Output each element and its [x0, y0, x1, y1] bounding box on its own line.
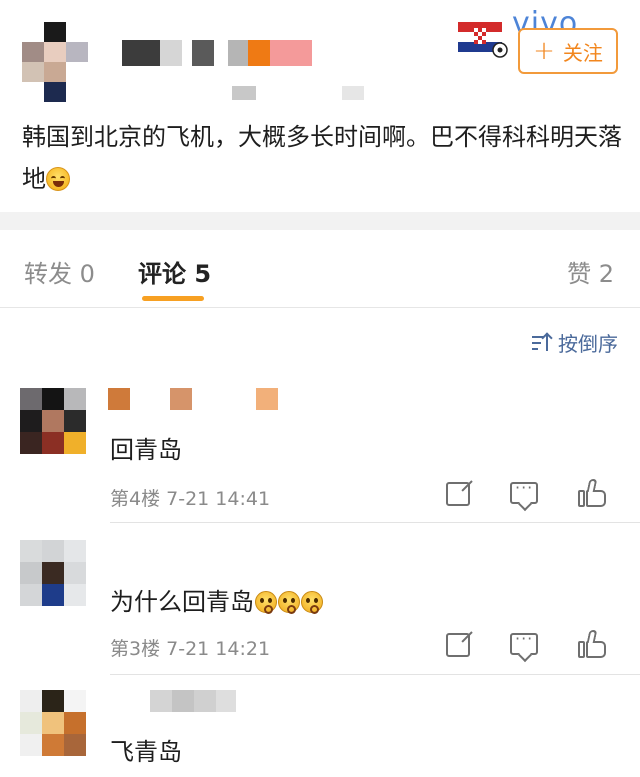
comment-floor: 第3楼: [110, 638, 161, 660]
post-username-mosaic[interactable]: [110, 40, 312, 66]
reply-icon[interactable]: [510, 629, 538, 655]
comment-text-row: 为什么回青岛: [110, 582, 323, 617]
comment-actions: [446, 478, 608, 509]
commenter-avatar[interactable]: [20, 540, 86, 606]
post-meta-mosaic: [232, 86, 364, 100]
comment-divider: [110, 522, 640, 523]
active-tab-indicator: [142, 296, 204, 301]
interaction-tabs: 转发 0 评论 5 赞 2: [0, 230, 640, 308]
commenter-name-mosaic[interactable]: [150, 690, 236, 712]
follow-button[interactable]: + 关注: [518, 28, 618, 74]
like-icon[interactable]: [578, 630, 608, 660]
tab-likes[interactable]: 赞 2: [567, 254, 614, 289]
like-icon[interactable]: [578, 479, 608, 509]
tab-repost[interactable]: 转发 0: [24, 254, 95, 289]
comment-divider: [110, 674, 640, 675]
comment-text: 为什么回青岛: [110, 588, 254, 616]
post-body: 韩国到北京的飞机，大概多长时间啊。巴不得科科明天落地: [22, 116, 622, 200]
comment-meta: 第4楼 7-21 14:41: [110, 484, 270, 511]
comment-text: 回青岛: [110, 436, 182, 464]
comment-meta: 第3楼 7-21 14:21: [110, 634, 270, 661]
post-avatar[interactable]: [22, 22, 88, 102]
commenter-avatar[interactable]: [20, 388, 86, 454]
plus-icon: +: [533, 36, 555, 66]
tab-comments[interactable]: 评论 5: [138, 254, 211, 289]
share-icon[interactable]: [446, 633, 470, 657]
thinking-emoji-icon: [255, 591, 277, 614]
comment-time: 7-21 14:41: [166, 488, 271, 510]
sort-toggle[interactable]: 按倒序: [532, 328, 618, 357]
comment-actions: [446, 629, 608, 660]
thinking-emoji-icon: [278, 591, 300, 614]
sort-label: 按倒序: [558, 332, 618, 356]
sort-order-icon: [532, 331, 554, 354]
post-text: 韩国到北京的飞机，大概多长时间啊。巴不得科科明天落地: [22, 123, 622, 193]
croatia-flag-badge-icon: [456, 16, 512, 58]
weibo-post: vivo + 关注 韩国到北京的飞机，大概多长时间啊。巴不得科科明天落地: [0, 0, 640, 212]
section-gap: [0, 212, 640, 230]
thinking-emoji-icon: [301, 591, 323, 614]
follow-label: 关注: [562, 40, 603, 65]
comment-floor: 第4楼: [110, 488, 161, 510]
commenter-name-mosaic[interactable]: [108, 388, 278, 410]
comment-text: 飞青岛: [110, 738, 182, 766]
share-icon[interactable]: [446, 482, 470, 506]
commenter-avatar[interactable]: [20, 690, 86, 756]
comment-time: 7-21 14:21: [166, 638, 271, 660]
laughing-tears-emoji-icon: [46, 167, 70, 191]
reply-icon[interactable]: [510, 478, 538, 504]
